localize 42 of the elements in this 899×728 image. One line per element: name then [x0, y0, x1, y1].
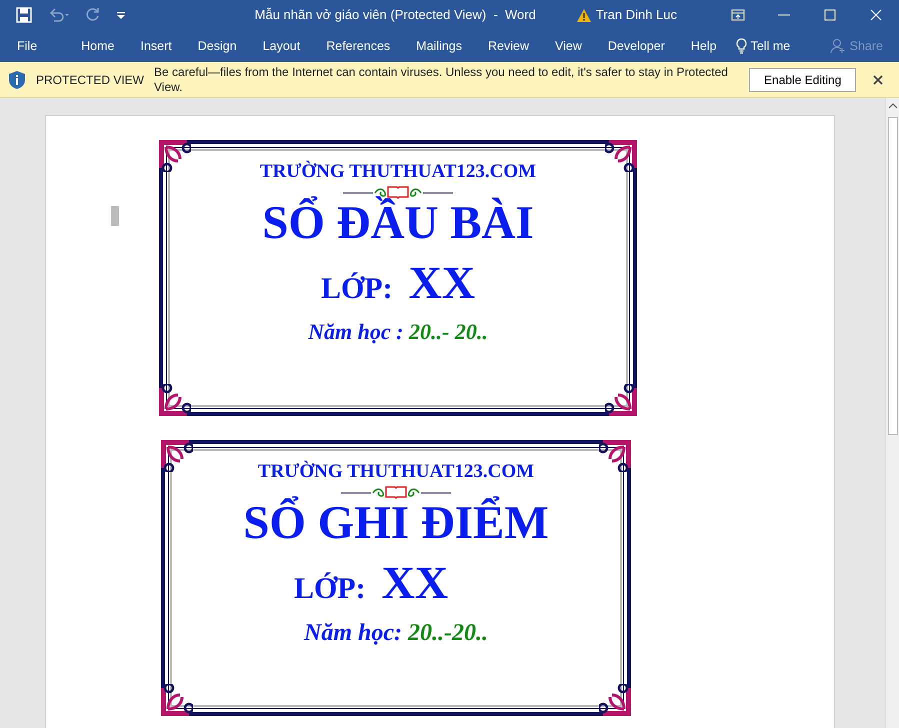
- customize-icon[interactable]: [116, 10, 126, 20]
- label-title: SỔ ĐẦU BÀI: [261, 198, 535, 248]
- menu-tab[interactable]: Help: [678, 36, 730, 56]
- menu-tab[interactable]: View: [542, 36, 595, 56]
- protected-view-message: Be careful—files from the Internet can contain viruses. Unless you need to edit, it's safer to stay in Protected View.: [154, 64, 729, 94]
- ribbon-display-icon[interactable]: [731, 8, 745, 22]
- class-label: LỚP:: [294, 571, 366, 608]
- menu-tab[interactable]: Developer: [594, 36, 678, 56]
- protected-view-title: PROTECTED VIEW: [36, 72, 144, 88]
- menu-tab[interactable]: Mailings: [403, 36, 476, 56]
- scrollbar-thumb[interactable]: [888, 117, 898, 435]
- user-name: Tran Dinh Luc: [596, 6, 677, 24]
- menu-tab[interactable]: Review: [475, 36, 542, 56]
- school-year: Năm học: 20..-20..: [302, 619, 489, 648]
- text-cursor: [111, 206, 119, 226]
- shield-icon: [8, 70, 26, 90]
- close-icon[interactable]: [873, 74, 884, 84]
- class-label: LỚP:: [320, 271, 393, 308]
- menu-tab[interactable]: File: [4, 36, 50, 56]
- menu-tab[interactable]: Home: [68, 36, 128, 56]
- tell-me-button[interactable]: Tell me: [736, 36, 790, 56]
- class-value: XX: [408, 260, 476, 306]
- undo-icon[interactable]: [48, 7, 70, 23]
- menu-tab[interactable]: Insert: [128, 36, 185, 56]
- redo-icon[interactable]: [86, 7, 100, 23]
- window-title: Mẫu nhãn vở giáo viên (Protected View) - Word: [254, 6, 536, 24]
- person-icon: [830, 38, 846, 54]
- lightbulb-icon: [736, 38, 747, 54]
- school-name: TRƯỜNG THUTHUAT123.COM: [256, 462, 536, 483]
- class-value: XX: [382, 560, 448, 606]
- label-title: SỔ GHI ĐIỂM: [242, 498, 550, 548]
- menu-tab[interactable]: Layout: [250, 36, 314, 56]
- enable-editing-button[interactable]: Enable Editing: [749, 68, 856, 92]
- vertical-scrollbar[interactable]: [885, 98, 899, 728]
- menu-tab[interactable]: References: [313, 36, 404, 56]
- warning-icon: [576, 8, 592, 22]
- school-name: TRƯỜNG THUTHUAT123.COM: [258, 162, 538, 183]
- menu-tab[interactable]: Design: [184, 36, 250, 56]
- save-icon[interactable]: [16, 7, 32, 23]
- scroll-up-icon[interactable]: [888, 103, 896, 109]
- school-year: Năm học : 20..- 20..: [307, 318, 489, 346]
- maximize-icon[interactable]: [823, 8, 837, 22]
